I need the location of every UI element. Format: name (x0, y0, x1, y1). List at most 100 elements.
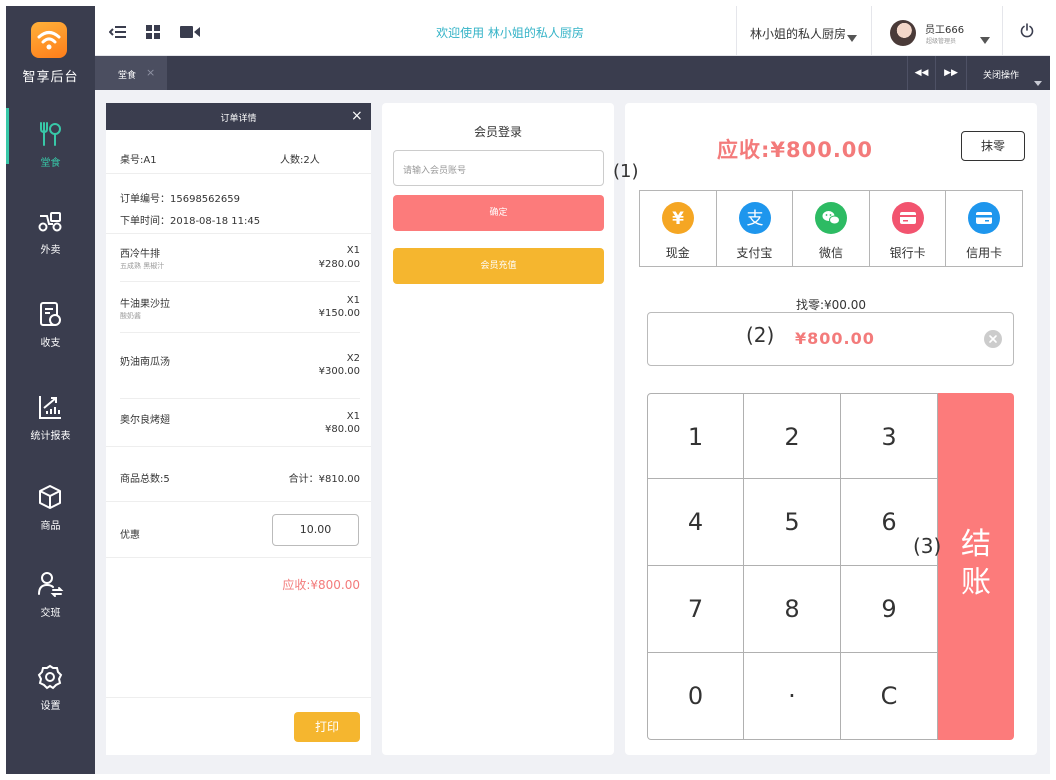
payment-method-cash[interactable]: ¥ 现金 (640, 191, 717, 266)
top-bar: 欢迎使用 林小姐的私人厨房 林小姐的私人厨房 员工666 超级管理员 (95, 6, 1050, 56)
divider (106, 501, 371, 502)
power-button[interactable] (1002, 6, 1050, 56)
close-operations-dropdown[interactable]: 关闭操作 (966, 56, 1050, 90)
received-amount-value: ¥800.00 (795, 329, 875, 348)
payment-method-wechat[interactable]: 微信 (793, 191, 870, 266)
table-number: 桌号:A1 (120, 155, 157, 166)
key-9[interactable]: 9 (841, 566, 938, 653)
payment-method-label: 银行卡 (889, 246, 926, 260)
logo-text: 智享后台 (22, 70, 79, 85)
item-price: ¥300.00 (318, 366, 360, 377)
item-name: 奥尔良烤翅 (120, 415, 170, 426)
sidebar-item-label: 外卖 (40, 245, 61, 256)
key-3[interactable]: 3 (841, 393, 938, 479)
chevron-down-icon (847, 27, 857, 46)
payment-method-credit-card[interactable]: 信用卡 (946, 191, 1022, 266)
payment-method-alipay[interactable]: 支 支付宝 (717, 191, 794, 266)
item-note: 酸奶酱 (120, 312, 141, 320)
member-recharge-button[interactable]: 会员充值 (393, 248, 604, 284)
discount-label: 优惠 (120, 530, 140, 541)
app-window: 智享后台 堂食 外卖 收支 统计报表 商品 交班 设置 欢迎使用 林小姐的私人厨… (6, 6, 1050, 774)
people-count: 人数:2人 (280, 155, 320, 166)
key-4[interactable]: 4 (647, 479, 744, 566)
tab-label: 堂食 (118, 71, 137, 81)
divider (106, 697, 371, 698)
chevron-down-icon (980, 29, 990, 48)
payment-method-label: 信用卡 (966, 246, 1003, 260)
delivery-icon (36, 207, 64, 235)
order-detail-title: 订单详情 (220, 114, 257, 124)
sidebar-item-label: 交班 (40, 608, 61, 619)
user-menu[interactable]: 员工666 超级管理员 (871, 6, 1002, 56)
payment-method-label: 支付宝 (736, 246, 773, 260)
member-account-input[interactable]: 请输入会员账号 (393, 150, 604, 186)
annotation-marker: (3) (913, 534, 942, 558)
close-operations-label: 关闭操作 (983, 71, 1020, 81)
user-role: 超级管理员 (926, 38, 957, 45)
avatar (890, 20, 916, 46)
sidebar-item-products[interactable]: 商品 (6, 479, 95, 569)
sidebar-item-label: 统计报表 (30, 431, 71, 442)
sidebar-item-reports[interactable]: 统计报表 (6, 389, 95, 479)
sidebar: 智享后台 堂食 外卖 收支 统计报表 商品 交班 设置 (6, 6, 95, 774)
item-qty: X2 (346, 353, 360, 364)
discount-input[interactable]: 10.00 (272, 514, 359, 546)
sidebar-item-delivery[interactable]: 外卖 (6, 203, 95, 293)
store-selector[interactable]: 林小姐的私人厨房 (736, 6, 871, 56)
item-price: ¥80.00 (325, 424, 360, 435)
clear-icon[interactable] (984, 330, 1002, 348)
item-qty: X1 (346, 245, 360, 256)
key-8[interactable]: 8 (744, 566, 841, 653)
member-panel: 会员登录 请输入会员账号 确定 会员充值 (382, 103, 614, 755)
annotation-marker: (1) (613, 161, 639, 182)
bank-card-icon (891, 202, 924, 234)
shift-handover-icon (36, 570, 64, 598)
logo: 智享后台 (6, 6, 95, 90)
key-0[interactable]: 0 (647, 653, 744, 740)
dine-in-icon (36, 120, 64, 148)
report-icon (36, 393, 64, 421)
tab-bar: 堂食 × ◀◀ ▶▶ 关闭操作 (95, 56, 1050, 90)
alipay-icon: 支 (738, 202, 771, 234)
tab-scroll-right-button[interactable]: ▶▶ (935, 56, 966, 90)
total-count: 商品总数:5 (120, 474, 170, 485)
round-off-button[interactable]: 抹零 (961, 131, 1025, 161)
ledger-icon (36, 300, 64, 328)
divider (120, 332, 360, 333)
key-2[interactable]: 2 (744, 393, 841, 479)
checkout-button[interactable]: 结 账 (938, 393, 1014, 740)
total-sum: 合计：¥810.00 (288, 474, 360, 485)
order-detail-panel: 订单详情 × 桌号:A1 人数:2人 订单编号：15698562659 下单时间… (106, 103, 371, 755)
key-dot[interactable]: · (744, 653, 841, 740)
sidebar-item-dine-in[interactable]: 堂食 (6, 108, 95, 206)
close-icon[interactable]: × (351, 108, 363, 124)
order-detail-header: 订单详情 × (106, 103, 371, 130)
sidebar-item-settings[interactable]: 设置 (6, 659, 95, 749)
sidebar-item-shift[interactable]: 交班 (6, 566, 95, 656)
item-name: 西冷牛排 (120, 249, 160, 260)
tab-close-icon[interactable]: × (146, 66, 155, 79)
key-1[interactable]: 1 (647, 393, 744, 479)
item-qty: X1 (346, 411, 360, 422)
change-amount: 找零:¥00.00 (795, 298, 867, 312)
member-login-title: 会员登录 (473, 125, 522, 139)
numeric-keypad: 1 2 3 4 5 6 7 8 9 0 · C 结 账 (3) (647, 393, 1014, 740)
tab-scroll-left-button[interactable]: ◀◀ (907, 56, 935, 90)
order-number: 订单编号：15698562659 (120, 194, 240, 205)
key-7[interactable]: 7 (647, 566, 744, 653)
sidebar-item-ledger[interactable]: 收支 (6, 296, 95, 386)
confirm-button[interactable]: 确定 (393, 195, 604, 231)
received-amount-input[interactable]: (2) ¥800.00 (647, 312, 1014, 366)
key-5[interactable]: 5 (744, 479, 841, 566)
svg-text:支: 支 (746, 209, 763, 229)
order-time: 下单时间：2018-08-18 11:45 (120, 216, 261, 227)
sidebar-item-label: 商品 (40, 521, 61, 532)
item-price: ¥150.00 (318, 308, 360, 319)
tab-dine-in[interactable]: 堂食 × (95, 56, 167, 90)
divider (120, 281, 360, 282)
amount-due-large: 应收:¥800.00 (716, 138, 874, 162)
checkout-label: 结 账 (961, 527, 991, 600)
print-button[interactable]: 打印 (294, 712, 360, 742)
payment-method-bank-card[interactable]: 银行卡 (870, 191, 947, 266)
key-clear[interactable]: C (841, 653, 938, 740)
